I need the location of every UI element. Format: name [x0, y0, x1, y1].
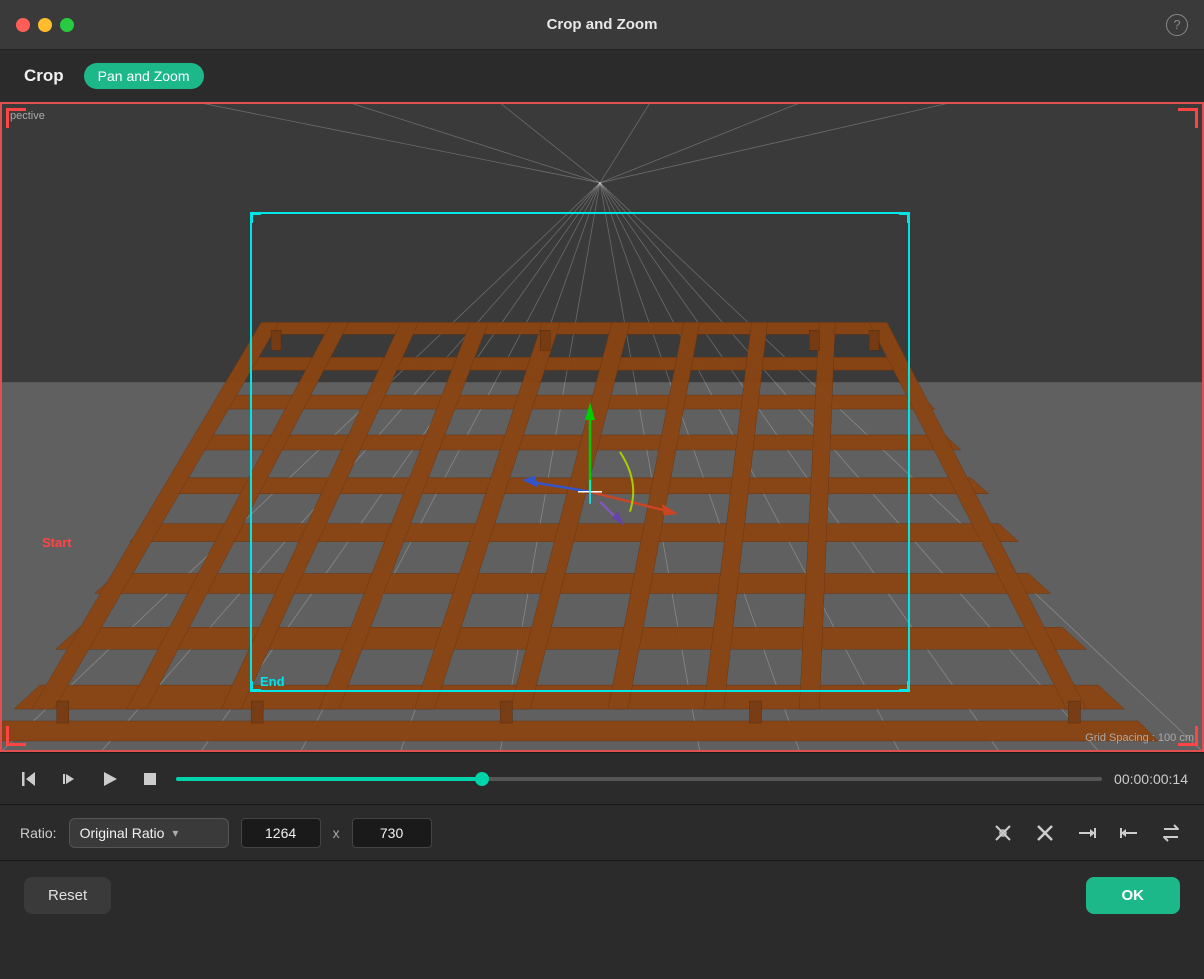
scissors-icon — [992, 822, 1014, 844]
ok-button[interactable]: OK — [1086, 877, 1181, 914]
align-left-button[interactable] — [1116, 820, 1142, 846]
back-step-button[interactable] — [16, 765, 44, 793]
corner-tr — [1178, 108, 1198, 128]
titlebar: Crop and Zoom ? — [0, 0, 1204, 50]
swap-icon — [1160, 822, 1182, 844]
scrubber-thumb[interactable] — [475, 772, 489, 786]
end-label: End — [260, 674, 285, 689]
scrubber-container[interactable] — [176, 777, 1102, 781]
minimize-button[interactable] — [38, 18, 52, 32]
back-step-icon — [21, 770, 39, 788]
bottom-bar: Reset OK — [0, 860, 1204, 930]
maximize-button[interactable] — [60, 18, 74, 32]
timecode: 00:00:00:14 — [1114, 771, 1188, 787]
stop-button[interactable] — [136, 765, 164, 793]
scissors-button[interactable] — [990, 820, 1016, 846]
canvas-area: pective — [0, 102, 1204, 752]
ratio-label: Ratio: — [20, 825, 57, 841]
grid-spacing-label: Grid Spacing : 100 cm — [1085, 732, 1194, 744]
perspective-label: pective — [10, 110, 45, 122]
dimension-separator: x — [333, 825, 340, 841]
clear-button[interactable] — [1032, 820, 1058, 846]
play-button[interactable] — [96, 765, 124, 793]
chevron-down-icon: ▾ — [172, 826, 178, 840]
scene-svg — [2, 104, 1202, 750]
transport-bar: 00:00:00:14 — [0, 752, 1204, 804]
window-controls — [16, 18, 74, 32]
help-icon[interactable]: ? — [1166, 14, 1188, 36]
align-right-icon — [1076, 822, 1098, 844]
scrubber-track[interactable] — [176, 777, 1102, 781]
close-button[interactable] — [16, 18, 30, 32]
start-label: Start — [42, 535, 72, 550]
corner-bl — [6, 726, 26, 746]
step-forward-icon — [61, 770, 79, 788]
window-title: Crop and Zoom — [547, 16, 658, 33]
step-forward-button[interactable] — [56, 765, 84, 793]
ratio-actions — [990, 820, 1184, 846]
scrubber-fill — [176, 777, 482, 781]
align-left-icon — [1118, 822, 1140, 844]
stop-icon — [141, 770, 159, 788]
tab-pan-zoom[interactable]: Pan and Zoom — [84, 63, 204, 89]
play-icon — [101, 770, 119, 788]
height-input[interactable] — [352, 818, 432, 848]
clear-icon — [1034, 822, 1056, 844]
reset-button[interactable]: Reset — [24, 877, 111, 914]
ratio-dropdown[interactable]: Original Ratio ▾ — [69, 818, 229, 848]
ratio-bar: Ratio: Original Ratio ▾ x — [0, 804, 1204, 860]
ratio-selected-value: Original Ratio — [80, 825, 165, 841]
tab-crop[interactable]: Crop — [24, 62, 64, 90]
swap-button[interactable] — [1158, 820, 1184, 846]
align-right-button[interactable] — [1074, 820, 1100, 846]
width-input[interactable] — [241, 818, 321, 848]
tabs-bar: Crop Pan and Zoom — [0, 50, 1204, 102]
